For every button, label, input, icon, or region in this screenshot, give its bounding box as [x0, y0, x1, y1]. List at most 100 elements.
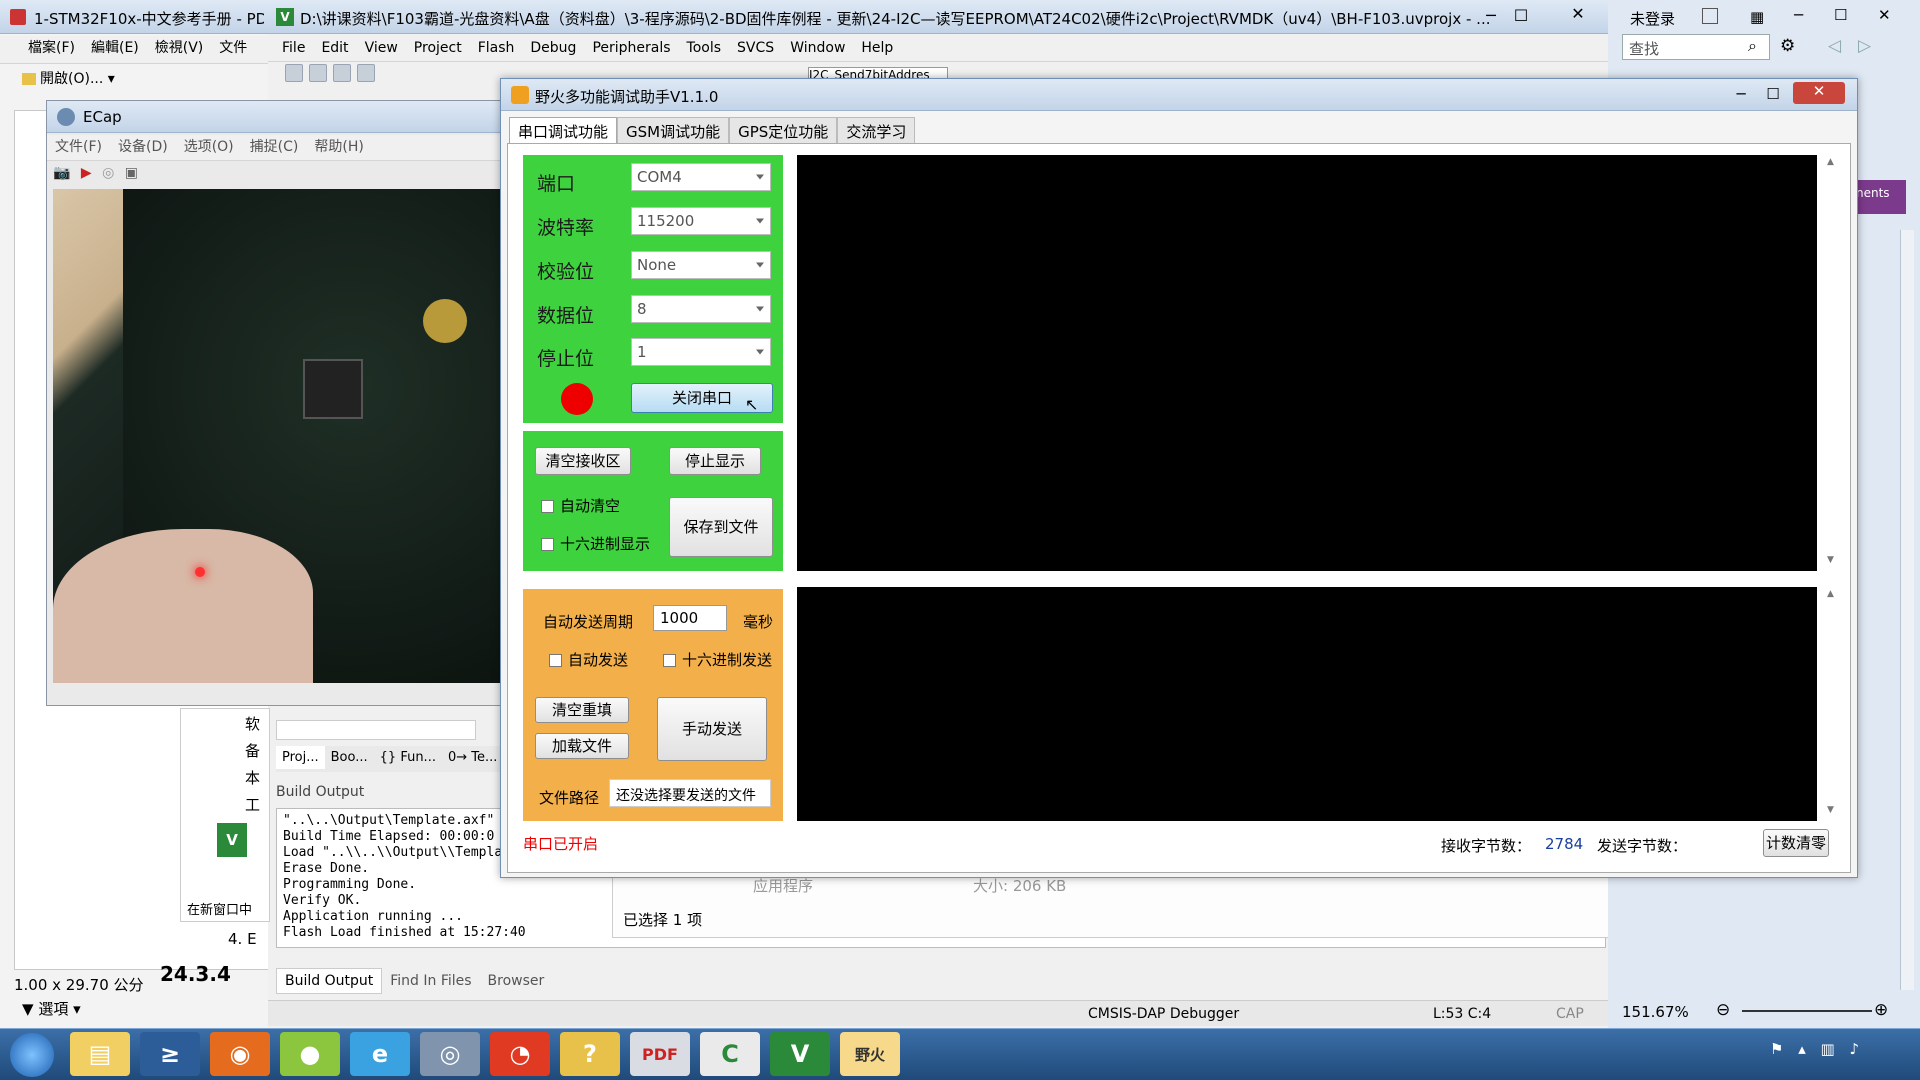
open-file-icon[interactable] — [309, 64, 327, 82]
play-icon[interactable]: ▶ — [81, 165, 92, 181]
keil-menu-debug[interactable]: Debug — [522, 36, 584, 60]
right-minimize-button[interactable]: ─ — [1794, 6, 1803, 24]
image-icon[interactable]: ▣ — [125, 165, 138, 181]
serial-close-button[interactable]: ✕ — [1793, 82, 1845, 104]
receive-scrollbar[interactable]: ▲ ▼ — [1821, 155, 1843, 571]
keil-menu-edit[interactable]: Edit — [313, 36, 356, 60]
load-file-button[interactable]: 加载文件 — [535, 733, 629, 759]
keil-menu-peripherals[interactable]: Peripherals — [584, 36, 678, 60]
ecap-menu-options[interactable]: 选项(O) — [176, 135, 242, 159]
login-label[interactable]: 未登录 — [1630, 8, 1675, 29]
tray-arrow-icon[interactable]: ▴ — [1798, 1040, 1806, 1058]
pdf-menu-view[interactable]: 檢視(V) — [147, 36, 212, 60]
tab-build-output[interactable]: Build Output — [276, 968, 383, 994]
save-icon[interactable] — [333, 64, 351, 82]
stop-display-button[interactable]: 停止显示 — [669, 447, 761, 475]
pdf-open-button[interactable]: 開啟(O)... ▾ — [22, 66, 132, 92]
firefox-icon[interactable]: ◉ — [210, 1032, 270, 1076]
send-input-area[interactable] — [797, 587, 1817, 821]
start-button[interactable] — [10, 1033, 54, 1077]
send-scrollbar[interactable]: ▲ ▼ — [1821, 587, 1843, 821]
keil-menu-flash[interactable]: Flash — [470, 36, 523, 60]
baud-rate-select[interactable]: 115200 — [631, 207, 771, 235]
zoom-slider[interactable] — [1742, 1010, 1872, 1012]
explorer-icon[interactable]: ▤ — [70, 1032, 130, 1076]
explorer-item[interactable]: 软 — [181, 709, 269, 736]
keil-close-button[interactable]: ✕ — [1558, 4, 1598, 26]
camera-app-icon[interactable]: ◎ — [420, 1032, 480, 1076]
tab-serial-debug[interactable]: 串口调试功能 — [509, 117, 618, 145]
tab-browser[interactable]: Browser — [480, 969, 553, 993]
tab-project[interactable]: Proj... — [276, 746, 325, 769]
scroll-up-icon[interactable]: ▲ — [1827, 157, 1834, 167]
scroll-down-icon[interactable]: ▼ — [1827, 555, 1834, 565]
hex-display-checkbox[interactable]: 十六进制显示 — [541, 533, 650, 554]
ie-icon[interactable]: e — [350, 1032, 410, 1076]
clear-refill-button[interactable]: 清空重填 — [535, 697, 629, 723]
auto-send-period-input[interactable]: 1000 — [653, 605, 727, 631]
manual-send-button[interactable]: 手动发送 — [657, 697, 767, 761]
keil-menu-svcs[interactable]: SVCS — [729, 36, 782, 60]
pdf-menu-document[interactable]: 文件 — [211, 36, 255, 60]
ecap-menu-device[interactable]: 设备(D) — [110, 135, 176, 159]
file-path-field[interactable]: 还没选择要发送的文件 — [609, 779, 771, 807]
tab-find-in-files[interactable]: Find In Files — [382, 969, 479, 993]
keil-hscroll[interactable] — [276, 720, 476, 740]
keil-maximize-button[interactable]: ☐ — [1508, 6, 1534, 26]
clear-receive-button[interactable]: 清空接收区 — [535, 447, 631, 475]
serial-minimize-button[interactable]: ─ — [1727, 85, 1755, 105]
powershell-icon[interactable]: ≥ — [140, 1032, 200, 1076]
keil-menu-view[interactable]: View — [357, 36, 406, 60]
keil-menu-file[interactable]: File — [268, 36, 313, 60]
keil-minimize-button[interactable]: ─ — [1478, 6, 1504, 26]
zoom-in-icon[interactable]: ⊕ — [1874, 1000, 1888, 1020]
scroll-up-icon[interactable]: ▲ — [1827, 589, 1834, 599]
data-bits-select[interactable]: 8 — [631, 295, 771, 323]
chrome-like-icon[interactable]: ● — [280, 1032, 340, 1076]
serial-maximize-button[interactable]: ☐ — [1759, 85, 1787, 105]
ecap-menu-capture[interactable]: 捕捉(C) — [242, 135, 307, 159]
port-select[interactable]: COM4 — [631, 163, 771, 191]
tray-flag-icon[interactable]: ⚑ — [1770, 1040, 1783, 1058]
gear-icon[interactable]: ⚙ — [1780, 36, 1795, 56]
c-app-icon[interactable]: C — [700, 1032, 760, 1076]
right-close-button[interactable]: ✕ — [1878, 6, 1891, 24]
new-window-label[interactable]: 在新窗口中 — [187, 899, 252, 918]
auto-send-checkbox[interactable]: 自动发送 — [549, 649, 628, 670]
explorer-item[interactable]: 备 — [181, 736, 269, 763]
pdf-options-button[interactable]: ▼ 選項 ▾ — [22, 998, 81, 1019]
forward-icon[interactable]: ▷ — [1858, 36, 1871, 56]
tab-gsm-debug[interactable]: GSM调试功能 — [617, 117, 730, 146]
auto-clear-checkbox[interactable]: 自动清空 — [541, 495, 620, 516]
back-icon[interactable]: ◁ — [1828, 36, 1841, 56]
tab-books[interactable]: Boo... — [325, 746, 374, 769]
snapshot-icon[interactable]: 📷 — [53, 165, 70, 181]
pdf-icon[interactable]: PDF — [630, 1032, 690, 1076]
keil-menu-help[interactable]: Help — [853, 36, 901, 60]
tab-exchange-learning[interactable]: 交流学习 — [837, 117, 916, 146]
volume-icon[interactable]: ♪ — [1850, 1040, 1860, 1058]
hex-send-checkbox[interactable]: 十六进制发送 — [663, 649, 772, 670]
receive-display-area[interactable] — [797, 155, 1817, 571]
new-file-icon[interactable] — [285, 64, 303, 82]
keil-icon[interactable]: V — [770, 1032, 830, 1076]
keil-menu-window[interactable]: Window — [782, 36, 853, 60]
stop-icon[interactable]: ◎ — [102, 165, 114, 181]
reset-count-button[interactable]: 计数清零 — [1763, 829, 1829, 857]
scroll-down-icon[interactable]: ▼ — [1827, 805, 1834, 815]
ecap-menu-help[interactable]: 帮助(H) — [306, 135, 371, 159]
fire-taskbar-icon[interactable]: 野火 — [840, 1032, 900, 1076]
stop-bits-select[interactable]: 1 — [631, 338, 771, 366]
grid-icon[interactable]: ▦ — [1750, 8, 1764, 26]
tab-gps-location[interactable]: GPS定位功能 — [729, 117, 838, 146]
notification-icon[interactable] — [1702, 8, 1718, 24]
tab-templates[interactable]: 0→ Te... — [442, 746, 503, 769]
save-to-file-button[interactable]: 保存到文件 — [669, 497, 773, 557]
tab-functions[interactable]: {} Fun... — [374, 746, 442, 769]
zoom-out-icon[interactable]: ⊖ — [1716, 1000, 1730, 1020]
save-all-icon[interactable] — [357, 64, 375, 82]
network-icon[interactable]: ▥ — [1821, 1040, 1835, 1058]
parity-select[interactable]: None — [631, 251, 771, 279]
right-scrollbar[interactable] — [1900, 230, 1914, 990]
right-maximize-button[interactable]: ☐ — [1834, 6, 1847, 24]
